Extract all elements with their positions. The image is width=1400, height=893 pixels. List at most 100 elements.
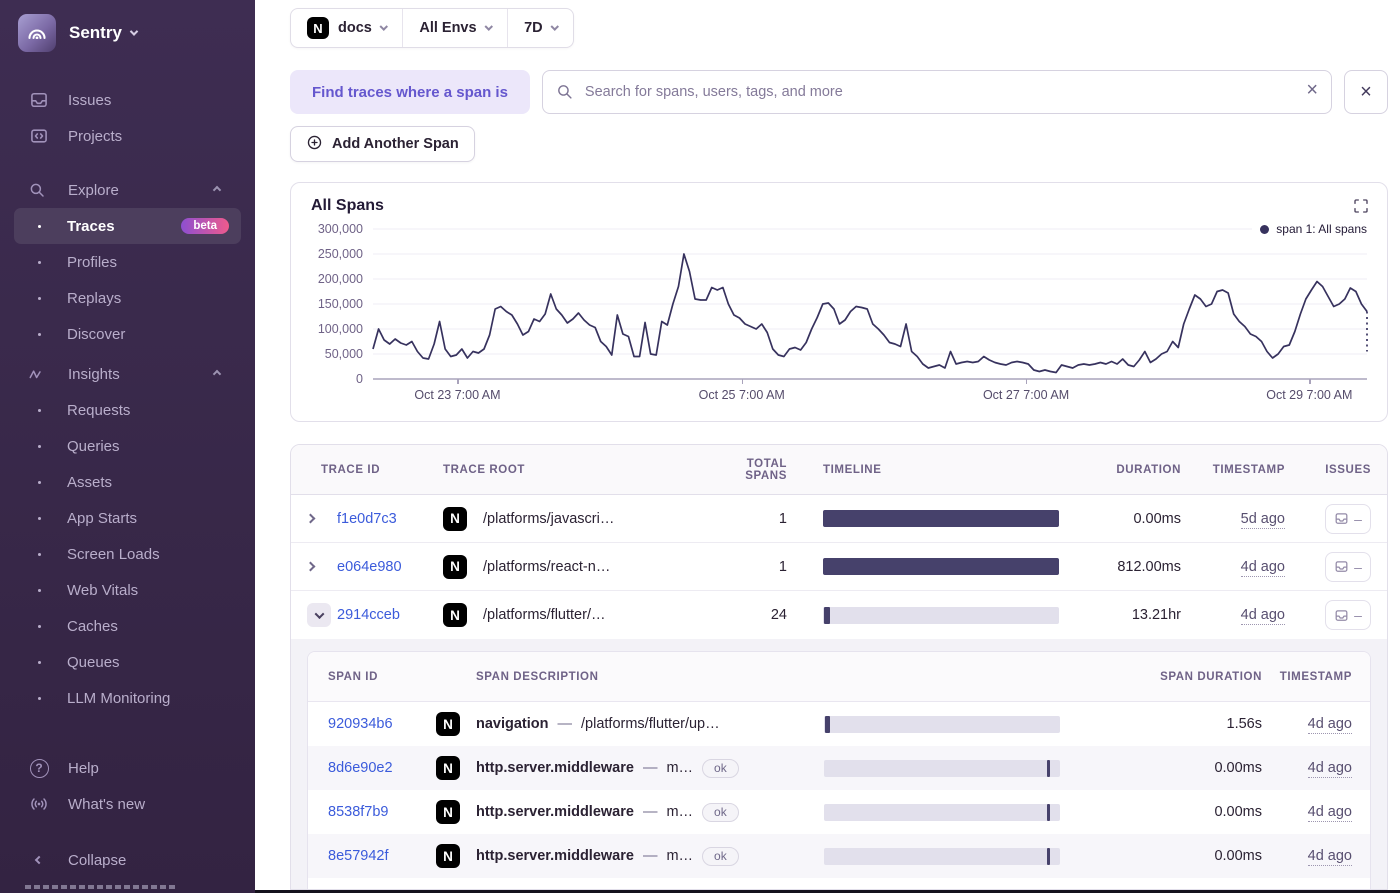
chart-canvas bbox=[373, 229, 1367, 379]
trace-row[interactable]: f1e0d7c3 N /platforms/javascri… 1 0.00ms… bbox=[291, 495, 1387, 543]
span-id-link[interactable]: 8538f7b9 bbox=[328, 804, 436, 820]
chevron-down-icon bbox=[379, 22, 388, 31]
sidebar-section-insights[interactable]: Insights bbox=[0, 356, 255, 392]
sidebar-item-assets[interactable]: Assets bbox=[14, 464, 241, 500]
sidebar-item-replays[interactable]: Replays bbox=[14, 280, 241, 316]
date-range-filter[interactable]: 7D bbox=[507, 9, 573, 47]
add-another-span-button[interactable]: Add Another Span bbox=[290, 126, 475, 162]
sidebar-item-projects[interactable]: Projects bbox=[0, 118, 255, 154]
broadcast-icon bbox=[28, 794, 50, 814]
chart-title: All Spans bbox=[311, 197, 384, 214]
sidebar-item-screen-loads[interactable]: Screen Loads bbox=[14, 536, 241, 572]
span-description: /platforms/flutter/up… bbox=[581, 716, 720, 732]
trace-id-link[interactable]: e064e980 bbox=[337, 559, 443, 575]
search-icon bbox=[28, 181, 46, 199]
span-duration: 0.00ms bbox=[1214, 760, 1262, 776]
help-icon: ? bbox=[28, 758, 50, 778]
fullscreen-icon[interactable] bbox=[1353, 198, 1369, 219]
sidebar-item-help[interactable]: ? Help bbox=[0, 750, 255, 786]
timestamp[interactable]: 4d ago bbox=[1307, 848, 1352, 866]
chevron-down-icon bbox=[550, 22, 559, 31]
trace-row-expanded[interactable]: 2914cceb N /platforms/flutter/… 24 13.21… bbox=[291, 591, 1387, 639]
expand-row-icon[interactable] bbox=[305, 561, 337, 572]
sidebar-item-whats-new[interactable]: What's new bbox=[0, 786, 255, 822]
nextjs-platform-icon: N bbox=[443, 506, 467, 531]
all-spans-plot[interactable] bbox=[373, 229, 1367, 384]
find-traces-chip: Find traces where a span is bbox=[290, 70, 530, 114]
trace-root: /platforms/react-n… bbox=[483, 558, 611, 575]
project-filter[interactable]: N docs bbox=[291, 9, 402, 47]
sidebar-item-queries[interactable]: Queries bbox=[14, 428, 241, 464]
date-range-value: 7D bbox=[524, 20, 543, 36]
total-spans: 1 bbox=[778, 510, 787, 527]
timestamp[interactable]: 4d ago bbox=[1240, 558, 1285, 577]
sidebar-item-profiles[interactable]: Profiles bbox=[14, 244, 241, 280]
trace-id-link[interactable]: 2914cceb bbox=[337, 607, 443, 623]
environment-filter-value: All Envs bbox=[419, 20, 477, 36]
search-input[interactable] bbox=[541, 70, 1332, 114]
bullet-icon bbox=[38, 444, 41, 448]
timestamp[interactable]: 4d ago bbox=[1307, 716, 1352, 734]
span-id-link[interactable]: 8e57942f bbox=[328, 848, 436, 864]
sidebar-item-caches[interactable]: Caches bbox=[14, 608, 241, 644]
expand-row-icon[interactable] bbox=[305, 513, 337, 524]
timestamp[interactable]: 4d ago bbox=[1307, 760, 1352, 778]
clear-search-icon[interactable]: × bbox=[1306, 79, 1318, 102]
issues-icon bbox=[1335, 561, 1348, 572]
span-search: × bbox=[541, 70, 1332, 114]
sidebar-item-app-starts[interactable]: App Starts bbox=[14, 500, 241, 536]
span-row[interactable]: 8d6e90e2 N http.server.middleware — m… o… bbox=[308, 746, 1370, 790]
status-badge: ok bbox=[702, 802, 739, 822]
nextjs-platform-icon: N bbox=[436, 800, 460, 824]
status-badge: ok bbox=[702, 846, 739, 866]
x-axis: Oct 23 7:00 AM Oct 25 7:00 AM Oct 27 7:0… bbox=[414, 388, 1353, 402]
issues-button[interactable]: – bbox=[1325, 503, 1371, 534]
bullet-icon bbox=[38, 516, 41, 520]
chart-legend[interactable]: span 1: All spans bbox=[1252, 222, 1367, 236]
environment-filter[interactable]: All Envs bbox=[402, 9, 507, 47]
traces-table: TRACE ID TRACE ROOT TOTAL SPANS TIMELINE… bbox=[290, 444, 1388, 890]
span-row[interactable]: 920934b6 N navigation — /platforms/flutt… bbox=[308, 702, 1370, 746]
timestamp[interactable]: 4d ago bbox=[1307, 804, 1352, 822]
org-switcher[interactable]: Sentry bbox=[0, 0, 255, 52]
bullet-icon bbox=[38, 260, 41, 264]
sidebar-item-traces[interactable]: Traces beta bbox=[14, 208, 241, 244]
trace-row[interactable]: e064e980 N /platforms/react-n… 1 812.00m… bbox=[291, 543, 1387, 591]
timestamp[interactable]: 5d ago bbox=[1240, 510, 1285, 529]
span-row[interactable]: 8e57942f N http.server.middleware — m… o… bbox=[308, 834, 1370, 878]
timestamp[interactable]: 4d ago bbox=[1240, 607, 1285, 625]
all-spans-chart-panel: All Spans 300,000 250,000 200,000 150,00… bbox=[290, 182, 1388, 422]
bullet-icon bbox=[38, 408, 41, 412]
timeline-bar bbox=[823, 606, 1059, 624]
span-row[interactable]: 8538f7b9 N http.server.middleware — m… o… bbox=[308, 790, 1370, 834]
span-duration: 1.56s bbox=[1226, 716, 1262, 732]
span-timeline-bar bbox=[824, 759, 1060, 777]
sidebar-section-explore[interactable]: Explore bbox=[0, 172, 255, 208]
sidebar-item-issues[interactable]: Issues bbox=[0, 82, 255, 118]
sidebar-item-requests[interactable]: Requests bbox=[14, 392, 241, 428]
remove-span-condition-button[interactable]: × bbox=[1344, 70, 1388, 114]
sidebar-item-web-vitals[interactable]: Web Vitals bbox=[14, 572, 241, 608]
page-filter-bar: N docs All Envs 7D bbox=[290, 8, 575, 48]
span-table-header: SPAN ID SPAN DESCRIPTION SPAN DURATION T… bbox=[308, 652, 1370, 702]
traces-table-header: TRACE ID TRACE ROOT TOTAL SPANS TIMELINE… bbox=[291, 445, 1387, 495]
nextjs-platform-icon: N bbox=[443, 554, 467, 579]
issues-button[interactable]: – bbox=[1325, 551, 1371, 582]
sidebar-item-queues[interactable]: Queues bbox=[14, 644, 241, 680]
bullet-icon bbox=[38, 696, 41, 700]
sidebar-item-llm-monitoring[interactable]: LLM Monitoring bbox=[14, 680, 241, 716]
collapse-row-icon[interactable] bbox=[307, 603, 331, 627]
search-icon bbox=[556, 83, 573, 105]
sidebar-collapse-button[interactable]: Collapse bbox=[0, 842, 255, 878]
span-description: m… bbox=[666, 848, 694, 864]
project-filter-value: docs bbox=[338, 20, 372, 36]
issues-button[interactable]: – bbox=[1325, 600, 1371, 630]
trace-id-link[interactable]: f1e0d7c3 bbox=[337, 511, 443, 527]
sidebar-item-discover[interactable]: Discover bbox=[14, 316, 241, 352]
legend-dot-icon bbox=[1260, 224, 1270, 234]
span-id-link[interactable]: 920934b6 bbox=[328, 716, 436, 732]
span-op: http.server.middleware bbox=[476, 848, 634, 864]
expanded-spans-section: SPAN ID SPAN DESCRIPTION SPAN DURATION T… bbox=[291, 639, 1387, 889]
bullet-icon bbox=[38, 296, 41, 300]
span-id-link[interactable]: 8d6e90e2 bbox=[328, 760, 436, 776]
